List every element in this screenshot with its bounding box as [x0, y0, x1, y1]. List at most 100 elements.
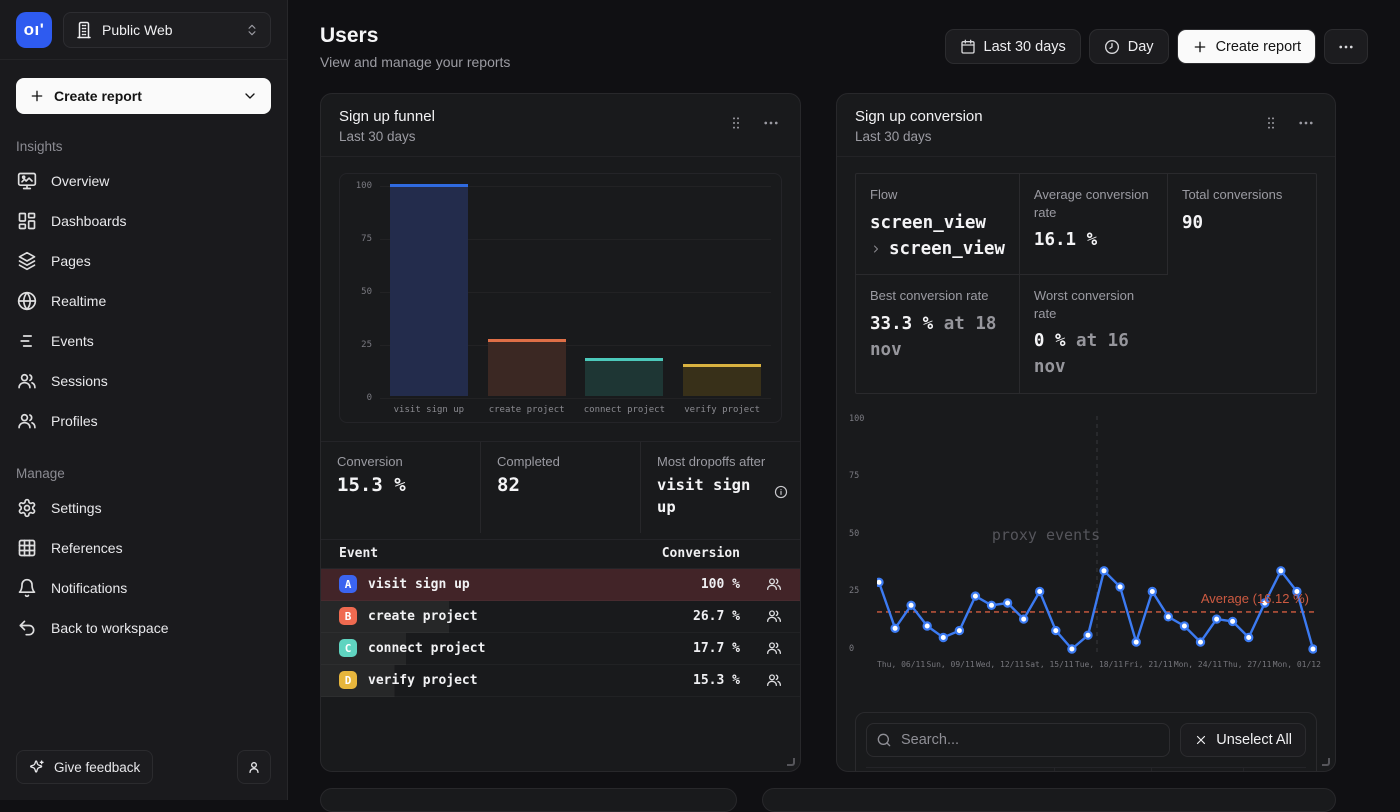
app-logo-text: oı': [24, 20, 45, 40]
grip-vertical-icon: [1263, 115, 1279, 131]
conversion-line-chart: 0255075100proxy eventsAverage (16.12 %)T…: [855, 408, 1317, 676]
event-row-create-project[interactable]: Bcreate project26.7 %: [321, 601, 800, 633]
sidebar-item-label: Realtime: [51, 293, 106, 309]
stat-value: 16.1 %: [1034, 227, 1153, 253]
info-icon[interactable]: [774, 485, 788, 499]
users-icon[interactable]: [766, 576, 782, 592]
sidebar-create-report-button[interactable]: Create report: [16, 78, 271, 114]
date-range-button[interactable]: Last 30 days: [945, 29, 1081, 64]
sidebar-item-back-to-workspace[interactable]: Back to workspace: [0, 608, 287, 648]
more-options-button[interactable]: [1324, 29, 1368, 64]
profile-button[interactable]: [237, 750, 271, 784]
stat-label: Conversion: [337, 454, 464, 469]
card-menu-button[interactable]: [756, 108, 786, 141]
workspace-selector[interactable]: Public Web: [63, 12, 271, 48]
event-row-verify-project[interactable]: Dverify project15.3 %: [321, 665, 800, 697]
stat-value: 15.3 %: [337, 474, 464, 496]
create-report-button[interactable]: Create report: [1177, 29, 1316, 64]
unselect-all-button[interactable]: Unselect All: [1180, 723, 1306, 757]
ellipsis-icon: [762, 114, 780, 132]
card-subtitle: Last 30 days: [855, 129, 983, 144]
y-axis-tick: 50: [346, 287, 372, 297]
interval-button[interactable]: Day: [1089, 29, 1169, 64]
flow-step-2: screen_view: [889, 236, 1005, 262]
x-axis-tick: visit sign up: [380, 405, 478, 415]
sidebar-item-overview[interactable]: Overview: [0, 161, 287, 201]
event-row-connect-project[interactable]: Cconnect project17.7 %: [321, 633, 800, 665]
users-icon[interactable]: [766, 640, 782, 656]
workspace-name: Public Web: [102, 22, 173, 38]
y-axis-tick: 0: [849, 644, 873, 654]
bell-icon: [17, 578, 37, 598]
resize-handle[interactable]: [787, 758, 795, 766]
stat-label: Worst conversion rate: [1034, 287, 1154, 322]
user-icon: [246, 759, 262, 775]
x-axis-tick: create project: [478, 405, 576, 415]
drag-handle[interactable]: [1257, 108, 1285, 141]
users-icon: [17, 411, 37, 431]
sidebar-nav: InsightsOverviewDashboardsPagesRealtimeE…: [0, 114, 287, 648]
stat-label: Completed: [497, 454, 624, 469]
conversion-card-header: Sign up conversion Last 30 days: [837, 94, 1335, 157]
sidebar-item-settings[interactable]: Settings: [0, 488, 287, 528]
sidebar-footer: Give feedback: [0, 736, 287, 800]
x-axis-tick: connect project: [576, 405, 674, 415]
x-axis-labels: visit sign upcreate projectconnect proje…: [380, 405, 771, 415]
gridline: [380, 398, 771, 399]
funnel-report-card: Sign up funnel Last 30 days 0255075100vi…: [320, 93, 801, 772]
page-header: Users View and manage your reports: [320, 24, 510, 70]
users-icon[interactable]: [766, 672, 782, 688]
sidebar-item-label: Notifications: [51, 580, 127, 596]
y-axis-tick: 100: [346, 181, 372, 191]
card-subtitle: Last 30 days: [339, 129, 435, 144]
sidebar-item-realtime[interactable]: Realtime: [0, 281, 287, 321]
give-feedback-button[interactable]: Give feedback: [16, 750, 153, 784]
stat-completed: Completed 82: [480, 442, 640, 533]
users-icon[interactable]: [766, 608, 782, 624]
sidebar-item-pages[interactable]: Pages: [0, 241, 287, 281]
stat-label: Flow: [870, 186, 1005, 204]
event-row-actions: [740, 672, 782, 688]
stat-empty-cell: [1168, 275, 1316, 393]
x-axis-tick: Mon, 24/11: [1174, 660, 1222, 669]
funnel-bar-create-project[interactable]: [488, 339, 566, 396]
event-selector-box: Unselect All: [855, 712, 1317, 772]
stat-value: 33.3 % at 18 nov: [870, 311, 1005, 364]
x-icon: [1194, 733, 1208, 747]
pages-icon: [17, 251, 37, 271]
stat-label: Average conversion rate: [1034, 186, 1153, 221]
sidebar-item-label: Overview: [51, 173, 109, 189]
create-report-label: Create report: [54, 88, 142, 104]
sidebar-item-sessions[interactable]: Sessions: [0, 361, 287, 401]
resize-handle[interactable]: [1322, 758, 1330, 766]
y-axis-tick: 75: [849, 471, 873, 481]
funnel-bar-verify-project[interactable]: [683, 364, 761, 396]
funnel-bar-visit-sign-up[interactable]: [390, 184, 468, 396]
card-title: Sign up conversion: [855, 108, 983, 125]
sparkles-icon: [29, 759, 45, 775]
event-conversion-value: 15.3 %: [693, 673, 740, 688]
search-input[interactable]: [866, 723, 1170, 757]
drag-handle[interactable]: [722, 108, 750, 141]
stat-worst-rate: Worst conversion rate 0 % at 16 nov: [1020, 275, 1168, 393]
unselect-all-label: Unselect All: [1216, 732, 1292, 748]
sidebar-item-label: Settings: [51, 500, 102, 516]
app-logo[interactable]: oı': [16, 12, 52, 48]
plus-icon: [29, 88, 45, 104]
overview-icon: [17, 171, 37, 191]
sidebar-item-label: Events: [51, 333, 94, 349]
grip-vertical-icon: [728, 115, 744, 131]
x-axis-tick: verify project: [673, 405, 771, 415]
sidebar-item-dashboards[interactable]: Dashboards: [0, 201, 287, 241]
sidebar-item-references[interactable]: References: [0, 528, 287, 568]
funnel-bar-connect-project[interactable]: [585, 358, 663, 396]
sidebar-item-label: Profiles: [51, 413, 98, 429]
event-row-visit-sign-up[interactable]: Avisit sign up100 %: [321, 569, 800, 601]
sidebar-item-events[interactable]: Events: [0, 321, 287, 361]
sidebar-item-label: Sessions: [51, 373, 108, 389]
card-menu-button[interactable]: [1291, 108, 1321, 141]
sidebar-item-label: Back to workspace: [51, 620, 169, 636]
sidebar-item-profiles[interactable]: Profiles: [0, 401, 287, 441]
sidebar-item-notifications[interactable]: Notifications: [0, 568, 287, 608]
sidebar-item-label: Pages: [51, 253, 91, 269]
